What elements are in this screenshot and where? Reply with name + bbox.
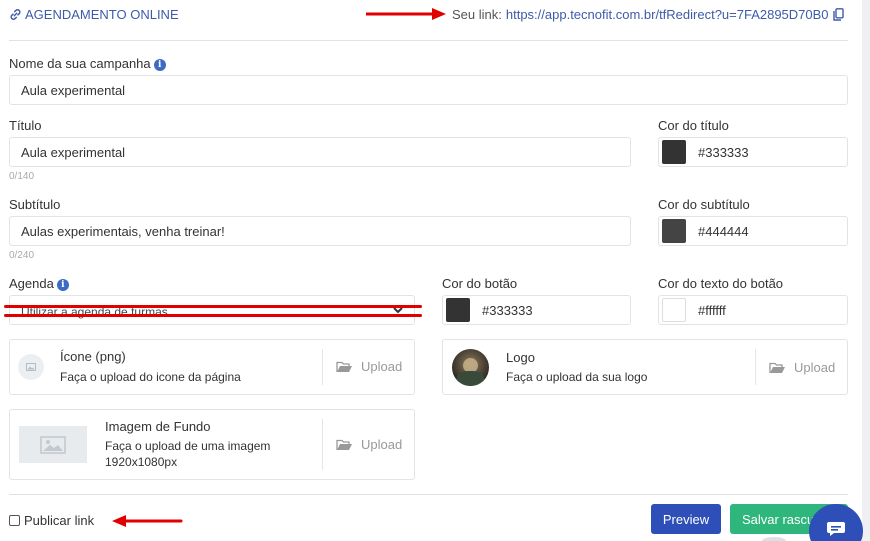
- button-color-swatch[interactable]: [446, 298, 470, 322]
- icon-upload-button[interactable]: Upload: [336, 359, 402, 374]
- logo-upload-title: Logo: [506, 350, 535, 365]
- copy-icon[interactable]: [832, 8, 844, 21]
- icon-upload-desc: Faça o upload do icone da página: [60, 370, 241, 384]
- chat-icon: [827, 522, 845, 536]
- subtitle-color-field[interactable]: #444444: [658, 216, 848, 246]
- subtitle-input[interactable]: Aulas experimentais, venha treinar!: [9, 216, 631, 246]
- cursor-shadow: [762, 537, 786, 541]
- button-text-color-label: Cor do texto do botão: [658, 276, 784, 291]
- background-placeholder: [19, 426, 87, 463]
- button-text-color-swatch[interactable]: [662, 298, 686, 322]
- button-color-field[interactable]: #333333: [442, 295, 631, 325]
- logo-upload-card: Logo Faça o upload da sua logo Upload: [442, 339, 848, 395]
- folder-open-icon: [336, 361, 352, 372]
- card-separator: [322, 349, 323, 385]
- annotation-strike-2: [4, 314, 422, 317]
- subtitle-color-value: #444444: [698, 223, 749, 239]
- background-upload-button[interactable]: Upload: [336, 437, 402, 452]
- info-icon[interactable]: i: [56, 279, 69, 291]
- preview-button[interactable]: Preview: [651, 504, 721, 534]
- divider-top: [9, 40, 848, 41]
- image-icon: [26, 363, 36, 371]
- your-link-url[interactable]: https://app.tecnofit.com.br/tfRedirect?u…: [506, 7, 829, 22]
- button-color-label: Cor do botão: [442, 276, 518, 291]
- card-separator: [322, 419, 323, 470]
- title-color-swatch[interactable]: [662, 140, 686, 164]
- campaign-name-label: Nome da sua campanha i: [9, 56, 166, 71]
- background-upload-title: Imagem de Fundo: [105, 419, 211, 434]
- your-link: Seu link: https://app.tecnofit.com.br/tf…: [452, 7, 844, 22]
- subtitle-color-label: Cor do subtítulo: [658, 197, 750, 212]
- image-icon: [40, 435, 66, 454]
- section-header: AGENDAMENTO ONLINE: [9, 7, 179, 22]
- agenda-label: Agenda i: [9, 276, 69, 291]
- title-color-value: #333333: [698, 144, 749, 160]
- subtitle-label: Subtítulo: [9, 197, 61, 212]
- icon-upload-title: Ícone (png): [60, 349, 126, 364]
- campaign-name-input[interactable]: Aula experimental: [9, 75, 848, 105]
- title-input[interactable]: Aula experimental: [9, 137, 631, 167]
- title-color-label: Cor do título: [658, 118, 729, 133]
- logo-upload-button[interactable]: Upload: [769, 360, 835, 375]
- annotation-strike-1: [4, 305, 422, 308]
- icon-upload-card: Ícone (png) Faça o upload do icone da pá…: [9, 339, 415, 395]
- section-title: AGENDAMENTO ONLINE: [25, 7, 179, 22]
- icon-placeholder: [18, 354, 44, 380]
- upload-label: Upload: [361, 437, 403, 452]
- title-color-field[interactable]: #333333: [658, 137, 848, 167]
- title-label: Título: [9, 118, 42, 133]
- publish-link-checkbox[interactable]: [9, 515, 20, 526]
- button-text-color-value: #ffffff: [698, 302, 726, 318]
- agenda-label-text: Agenda: [9, 276, 54, 291]
- button-text-color-field[interactable]: #ffffff: [658, 295, 848, 325]
- annotation-arrow-bottom: [112, 515, 183, 527]
- page-right-edge: [862, 0, 870, 541]
- subtitle-color-swatch[interactable]: [662, 219, 686, 243]
- folder-open-icon: [336, 439, 352, 450]
- logo-upload-desc: Faça o upload da sua logo: [506, 370, 648, 384]
- info-icon[interactable]: i: [153, 59, 166, 71]
- card-separator: [755, 349, 756, 385]
- divider-bottom: [9, 494, 848, 495]
- background-upload-desc: Faça o upload de uma imagem: [105, 439, 271, 453]
- upload-label: Upload: [794, 360, 836, 375]
- title-counter: 0/140: [9, 171, 35, 182]
- publish-link-label: Publicar link: [24, 513, 95, 528]
- link-icon: [10, 9, 21, 20]
- subtitle-counter: 0/240: [9, 250, 35, 261]
- background-upload-card: Imagem de Fundo Faça o upload de uma ima…: [9, 409, 415, 480]
- publish-link-control[interactable]: Publicar link: [9, 513, 94, 528]
- logo-avatar: [452, 349, 489, 386]
- background-upload-size: 1920x1080px: [105, 455, 178, 469]
- your-link-label: Seu link:: [452, 7, 502, 22]
- save-draft-label: Salvar rascu: [742, 511, 815, 527]
- folder-open-icon: [769, 362, 785, 373]
- button-color-value: #333333: [482, 302, 533, 318]
- annotation-arrow-top: [366, 8, 446, 20]
- upload-label: Upload: [361, 359, 403, 374]
- agenda-select[interactable]: Utilizar a agenda de turmas: [9, 295, 415, 325]
- campaign-name-text: Nome da sua campanha: [9, 56, 151, 71]
